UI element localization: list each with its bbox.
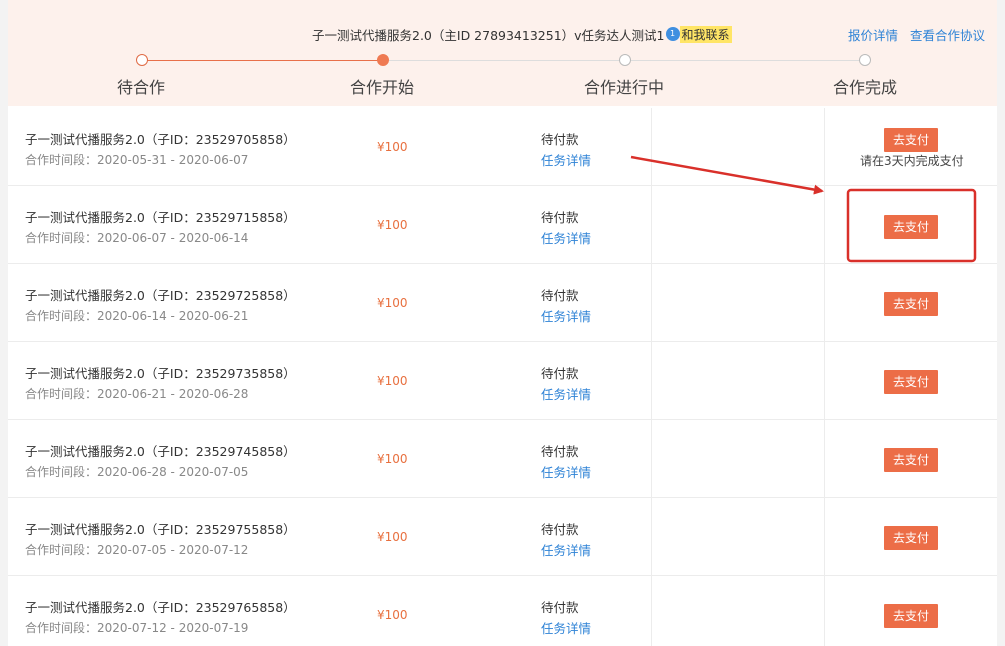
pay-button[interactable]: 去支付 xyxy=(884,370,938,394)
contact-me-link[interactable]: 和我联系 xyxy=(679,26,732,43)
view-agreement-link[interactable]: 查看合作协议 xyxy=(910,28,985,43)
column-divider xyxy=(824,264,825,341)
step-dot-pending-cooperation xyxy=(136,54,148,66)
table-row: 子一测试代播服务2.0（子ID：23529755858） 合作时间段：2020-… xyxy=(8,498,997,576)
price: ¥100 xyxy=(377,374,408,388)
pay-button[interactable]: 去支付 xyxy=(884,526,938,550)
pay-button[interactable]: 去支付 xyxy=(884,604,938,628)
column-divider xyxy=(651,420,652,497)
column-divider xyxy=(651,108,652,185)
price: ¥100 xyxy=(377,608,408,622)
table-row: 子一测试代播服务2.0（子ID：23529725858） 合作时间段：2020-… xyxy=(8,264,997,342)
status-label: 待付款 xyxy=(541,444,579,459)
quote-details-link[interactable]: 报价详情 xyxy=(848,28,898,43)
task-details-link[interactable]: 任务详情 xyxy=(541,306,591,325)
pay-button[interactable]: 去支付 xyxy=(884,448,938,472)
step-label-completed: 合作完成 xyxy=(832,78,898,97)
table-row: 子一测试代播服务2.0（子ID：23529735858） 合作时间段：2020-… xyxy=(8,342,997,420)
task-details-link[interactable]: 任务详情 xyxy=(541,462,591,481)
service-name: 子一测试代播服务2.0（子ID：23529765858） xyxy=(25,600,296,615)
step-connector-3 xyxy=(631,60,865,61)
price: ¥100 xyxy=(377,140,408,154)
service-name: 子一测试代播服务2.0（子ID：23529745858） xyxy=(25,444,296,459)
status-label: 待付款 xyxy=(541,288,579,303)
column-divider xyxy=(824,498,825,575)
header-links: 报价详情 查看合作协议 xyxy=(840,25,985,44)
service-period: 合作时间段：2020-06-28 - 2020-07-05 xyxy=(25,465,249,479)
service-name: 子一测试代播服务2.0（子ID：23529735858） xyxy=(25,366,296,381)
status-label: 待付款 xyxy=(541,522,579,537)
price: ¥100 xyxy=(377,530,408,544)
service-title-text: 子一测试代播服务2.0（主ID 27893413251）v任务达人测试1 xyxy=(312,28,665,43)
status-label: 待付款 xyxy=(541,366,579,381)
service-period: 合作时间段：2020-07-12 - 2020-07-19 xyxy=(25,621,249,635)
column-divider xyxy=(824,420,825,497)
payment-deadline-note: 请在3天内完成支付 xyxy=(860,154,964,168)
order-table: 子一测试代播服务2.0（子ID：23529705858） 合作时间段：2020-… xyxy=(8,108,997,646)
service-name: 子一测试代播服务2.0（子ID：23529725858） xyxy=(25,288,296,303)
progress-header: 子一测试代播服务2.0（主ID 27893413251）v任务达人测试1 1 和… xyxy=(8,0,997,106)
table-row: 子一测试代播服务2.0（子ID：23529745858） 合作时间段：2020-… xyxy=(8,420,997,498)
price: ¥100 xyxy=(377,296,408,310)
service-period: 合作时间段：2020-06-14 - 2020-06-21 xyxy=(25,309,249,323)
column-divider xyxy=(824,186,825,263)
column-divider xyxy=(824,576,825,646)
task-details-link[interactable]: 任务详情 xyxy=(541,150,591,169)
column-divider xyxy=(651,186,652,263)
task-details-link[interactable]: 任务详情 xyxy=(541,618,591,637)
service-period: 合作时间段：2020-06-07 - 2020-06-14 xyxy=(25,231,249,245)
service-name: 子一测试代播服务2.0（子ID：23529715858） xyxy=(25,210,296,225)
task-details-link[interactable]: 任务详情 xyxy=(541,540,591,559)
step-label-cooperation-start: 合作开始 xyxy=(349,78,415,97)
table-row: 子一测试代播服务2.0（子ID：23529705858） 合作时间段：2020-… xyxy=(8,108,997,186)
status-label: 待付款 xyxy=(541,210,579,225)
task-details-link[interactable]: 任务详情 xyxy=(541,384,591,403)
task-details-link[interactable]: 任务详情 xyxy=(541,228,591,247)
service-title: 子一测试代播服务2.0（主ID 27893413251）v任务达人测试1 1 和… xyxy=(312,25,732,44)
service-period: 合作时间段：2020-07-05 - 2020-07-12 xyxy=(25,543,249,557)
service-period: 合作时间段：2020-05-31 - 2020-06-07 xyxy=(25,153,249,167)
pay-button[interactable]: 去支付 xyxy=(884,292,938,316)
step-label-in-progress: 合作进行中 xyxy=(583,78,665,97)
column-divider xyxy=(651,498,652,575)
step-label-pending-cooperation: 待合作 xyxy=(116,78,166,97)
step-dot-in-progress xyxy=(619,54,631,66)
column-divider xyxy=(651,342,652,419)
column-divider xyxy=(824,108,825,185)
step-connector-1 xyxy=(147,60,383,61)
chat-bubble-icon[interactable]: 1 xyxy=(665,26,680,41)
table-row: 子一测试代播服务2.0（子ID：23529765858） 合作时间段：2020-… xyxy=(8,576,997,646)
pay-button[interactable]: 去支付 xyxy=(884,128,938,152)
step-dot-completed xyxy=(859,54,871,66)
price: ¥100 xyxy=(377,218,408,232)
table-row: 子一测试代播服务2.0（子ID：23529715858） 合作时间段：2020-… xyxy=(8,186,997,264)
service-name: 子一测试代播服务2.0（子ID：23529705858） xyxy=(25,132,296,147)
status-label: 待付款 xyxy=(541,132,579,147)
status-label: 待付款 xyxy=(541,600,579,615)
column-divider xyxy=(651,264,652,341)
step-dot-cooperation-start xyxy=(377,54,389,66)
service-period: 合作时间段：2020-06-21 - 2020-06-28 xyxy=(25,387,249,401)
column-divider xyxy=(824,342,825,419)
step-connector-2 xyxy=(389,60,623,61)
cooperation-panel: 子一测试代播服务2.0（主ID 27893413251）v任务达人测试1 1 和… xyxy=(8,0,997,646)
column-divider xyxy=(651,576,652,646)
service-name: 子一测试代播服务2.0（子ID：23529755858） xyxy=(25,522,296,537)
pay-button[interactable]: 去支付 xyxy=(884,215,938,239)
price: ¥100 xyxy=(377,452,408,466)
